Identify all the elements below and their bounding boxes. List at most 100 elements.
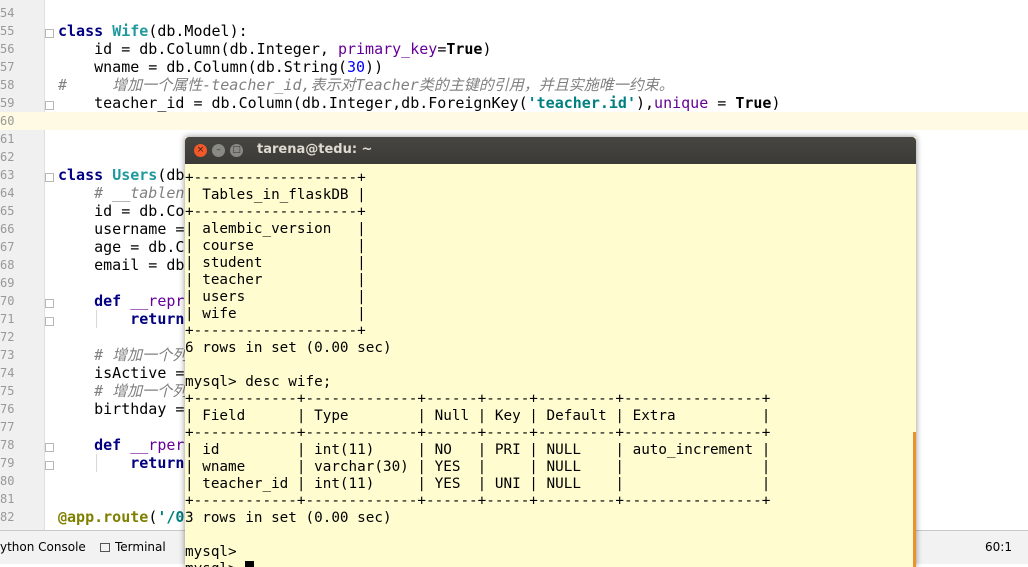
terminal-line-text: | Tables_in_flaskDB |	[185, 187, 366, 203]
terminal-line-text: mysql>	[185, 561, 245, 567]
code-line[interactable]: 56 id = db.Column(db.Integer, primary_ke…	[0, 40, 1028, 58]
line-number: 72	[0, 330, 15, 344]
code-line[interactable]: 54	[0, 4, 1028, 22]
terminal-line-text: +-------------------+	[185, 323, 366, 339]
code-line[interactable]: 59 teacher_id = db.Column(db.Integer,db.…	[0, 94, 1028, 112]
terminal-line-text: | wife |	[185, 306, 366, 322]
code-text: id = db.Column(db.Integer, primary_key=T…	[58, 40, 492, 58]
terminal-line: | users |	[185, 289, 366, 306]
fold-marker-icon[interactable]	[45, 173, 54, 182]
terminal-line-text: | id | int(11) | NO | PRI | NULL | auto_…	[185, 442, 771, 458]
code-token: 'teacher.id'	[527, 94, 636, 112]
line-number: 65	[0, 204, 15, 218]
terminal-line-text: | alembic_version |	[185, 221, 366, 237]
line-number: 73	[0, 348, 15, 362]
line-number: 77	[0, 420, 15, 434]
terminal-title: tarena@tedu: ~	[257, 142, 373, 157]
terminal-line: +-------------------+	[185, 204, 366, 221]
terminal-cursor	[245, 561, 255, 567]
code-token: (db	[157, 166, 185, 184]
code-token: )	[771, 94, 781, 112]
line-number: 80	[0, 474, 15, 488]
terminal-output[interactable]: +-------------------+ | Tables_in_flaskDB…	[185, 164, 916, 567]
fold-marker-icon[interactable]	[45, 299, 54, 308]
line-number: 82	[0, 510, 15, 524]
terminal-line: 3 rows in set (0.00 sec)	[185, 510, 392, 527]
code-token: id = db.Co	[58, 202, 185, 220]
code-token: True	[735, 94, 772, 112]
code-token: username =	[58, 220, 185, 238]
terminal-tab-label: Terminal	[115, 540, 166, 554]
terminal-line-text: | wname | varchar(30) | YES | | NULL | |	[185, 459, 771, 475]
code-text: class Users(db	[58, 166, 184, 184]
line-number: 62	[0, 150, 15, 164]
terminal-scrollbar[interactable]	[913, 432, 916, 567]
code-text: wname = db.Column(db.String(30))	[58, 58, 383, 76]
code-text: return	[58, 310, 184, 328]
fold-marker-icon[interactable]	[45, 461, 54, 470]
minimize-window-button[interactable]: –	[212, 144, 225, 157]
code-token: age = db.C	[58, 238, 185, 256]
terminal-line-text: 6 rows in set (0.00 sec)	[185, 340, 392, 356]
code-text: email = db	[58, 256, 184, 274]
line-number: 55	[0, 24, 15, 38]
code-text: return	[58, 454, 184, 472]
terminal-line: | teacher_id | int(11) | YES | UNI | NUL…	[185, 476, 770, 493]
code-token: Users	[112, 166, 158, 184]
terminal-line-text: | course |	[185, 238, 366, 254]
code-text: # __tablen	[58, 184, 184, 202]
terminal-line-text: mysql> desc wife;	[185, 374, 332, 390]
code-token: # __tablen	[58, 184, 185, 202]
code-text: age = db.C	[58, 238, 184, 256]
code-token: __repr	[130, 292, 185, 310]
code-line[interactable]: 60	[0, 112, 1028, 130]
code-line[interactable]: 57 wname = db.Column(db.String(30))	[0, 58, 1028, 76]
terminal-line-text: +------------+-------------+------+-----…	[185, 425, 771, 441]
cursor-position[interactable]: 60:1	[985, 539, 1012, 555]
terminal-window[interactable]: × – □ tarena@tedu: ~ +------------------…	[185, 137, 916, 567]
line-number: 54	[0, 6, 15, 20]
fold-marker-icon[interactable]	[45, 443, 54, 452]
code-text: @app.route('/0	[58, 508, 184, 526]
indent-guide	[96, 454, 97, 472]
code-line[interactable]: 58 # 增加一个属性-teacher_id,表示对Teacher类的主键的引用，…	[0, 76, 1028, 94]
terminal-line: | student |	[185, 255, 366, 272]
code-token: __rper	[130, 436, 185, 454]
python-console-tab[interactable]: ython Console	[0, 539, 86, 555]
code-token: # 增加一个列	[58, 346, 188, 364]
code-token: def	[94, 436, 131, 454]
code-token: # 增加一个属性-teacher_id,表示对Teacher类的主键的引用，并且…	[58, 76, 674, 94]
line-number: 60	[0, 114, 15, 128]
code-token: (db.Model):	[148, 22, 248, 40]
code-token: Wife	[112, 22, 149, 40]
code-text: id = db.Co	[58, 202, 184, 220]
terminal-line: +-------------------+	[185, 170, 366, 187]
terminal-line: +------------+-------------+------+-----…	[185, 391, 770, 408]
terminal-tab[interactable]: Terminal	[100, 539, 166, 555]
fold-marker-icon[interactable]	[45, 101, 54, 110]
line-number: 66	[0, 222, 15, 236]
code-token: )	[482, 40, 492, 58]
code-text: def __rper	[58, 436, 184, 454]
terminal-line-text: +-------------------+	[185, 170, 366, 186]
terminal-line: +------------+-------------+------+-----…	[185, 493, 770, 510]
terminal-titlebar[interactable]: × – □ tarena@tedu: ~	[185, 137, 916, 164]
terminal-line: | wname | varchar(30) | YES | | NULL | |	[185, 459, 770, 476]
code-token: primary_key	[337, 40, 438, 58]
close-window-button[interactable]: ×	[194, 144, 207, 157]
code-token: True	[446, 40, 483, 58]
maximize-window-button[interactable]: □	[230, 144, 243, 157]
code-token: isActive =	[58, 364, 185, 382]
code-line[interactable]: 55 class Wife(db.Model):	[0, 22, 1028, 40]
code-text: class Wife(db.Model):	[58, 22, 248, 40]
fold-marker-icon[interactable]	[45, 317, 54, 326]
code-token: 30	[346, 58, 366, 76]
terminal-line: mysql> desc wife;	[185, 374, 331, 391]
fold-marker-icon[interactable]	[45, 29, 54, 38]
terminal-line: +-------------------+	[185, 323, 366, 340]
code-text: # 增加一个属性-teacher_id,表示对Teacher类的主键的引用，并且…	[58, 76, 674, 94]
line-number: 81	[0, 492, 15, 506]
